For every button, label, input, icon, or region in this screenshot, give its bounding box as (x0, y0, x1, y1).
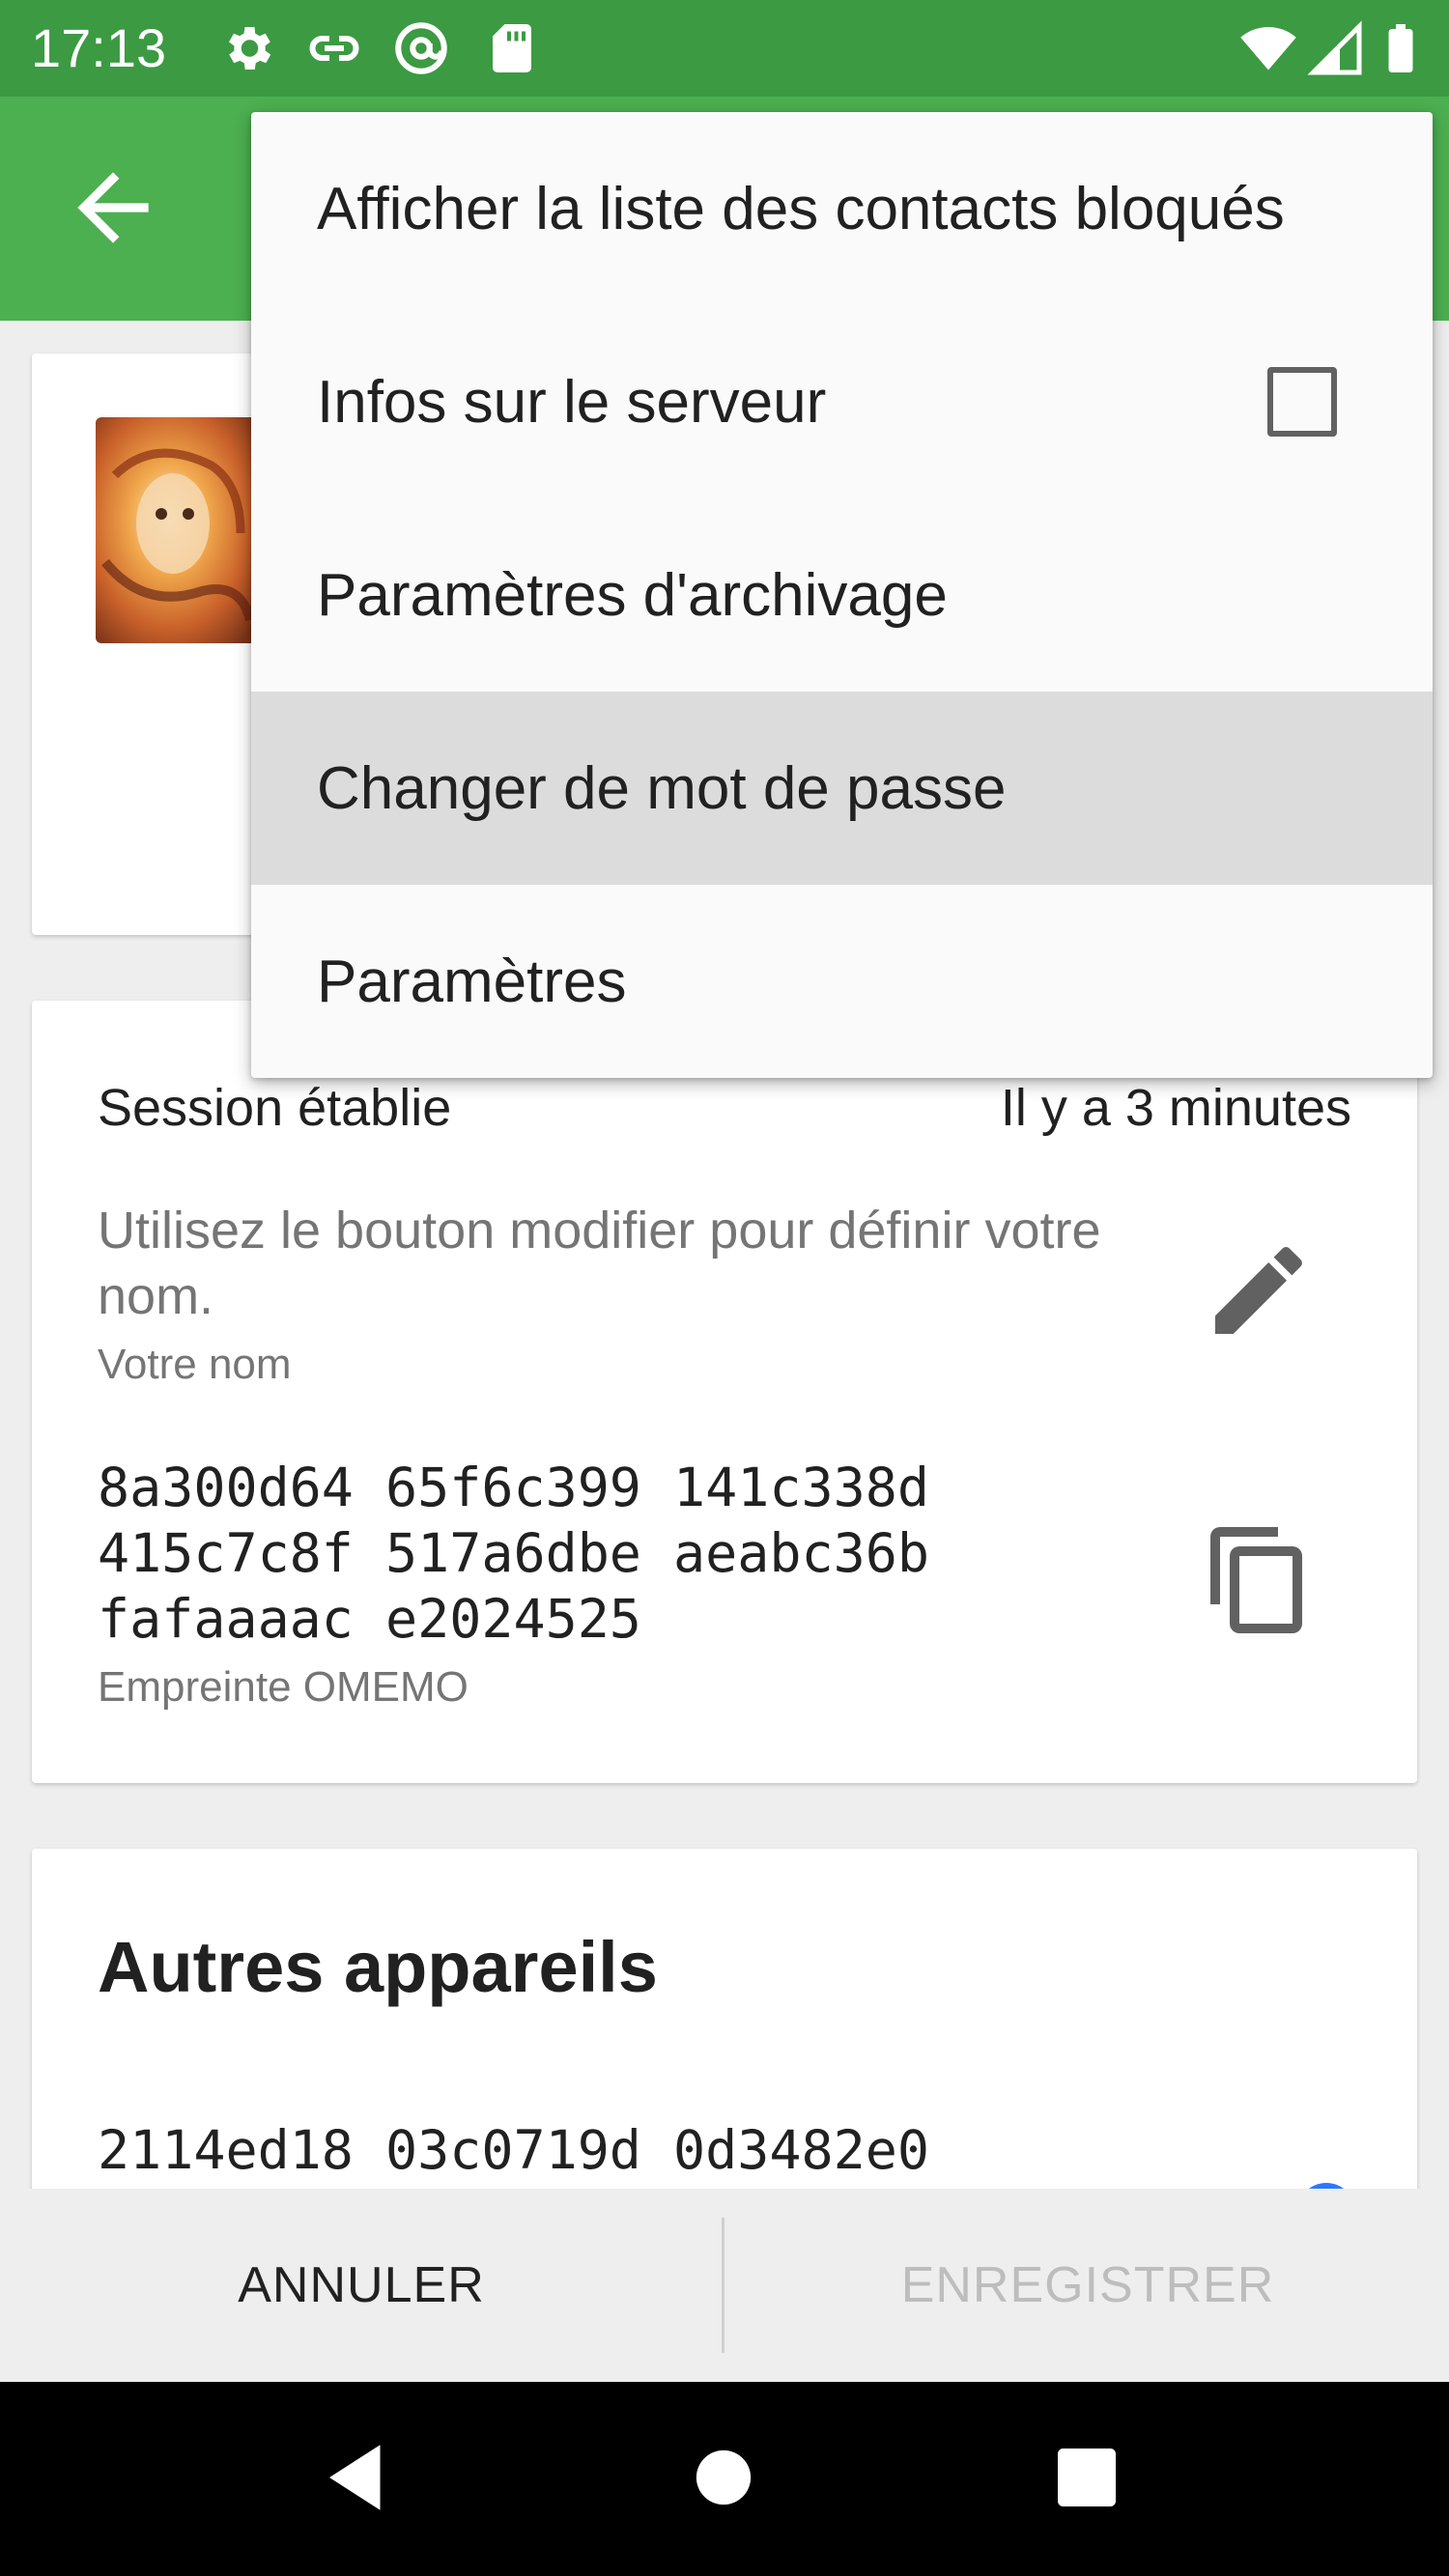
menu-item-change-password[interactable]: Changer de mot de passe (251, 692, 1433, 885)
menu-item-label: Paramètres (317, 948, 627, 1015)
menu-item-server-info[interactable]: Infos sur le serveur (251, 305, 1433, 498)
overflow-menu: Afficher la liste des contacts bloqués I… (251, 112, 1433, 1078)
other-devices-card: Autres appareils 2114ed18 03c0719d 0d348… (32, 1849, 1417, 2196)
recents-square-icon[interactable] (1043, 2434, 1130, 2521)
menu-item-archive-settings[interactable]: Paramètres d'archivage (251, 498, 1433, 692)
arrow-left-icon[interactable] (60, 155, 166, 261)
home-circle-icon[interactable] (680, 2434, 767, 2521)
copy-icon[interactable] (1201, 1522, 1317, 1638)
back-triangle-icon[interactable] (315, 2434, 402, 2521)
menu-item-label: Infos sur le serveur (317, 368, 827, 436)
save-button[interactable]: ENREGISTRER (726, 2189, 1449, 2382)
menu-item-label: Paramètres d'archivage (317, 561, 948, 629)
session-label: Session établie (98, 1079, 452, 1137)
menu-item-blocked-contacts[interactable]: Afficher la liste des contacts bloqués (251, 112, 1433, 305)
menu-item-settings[interactable]: Paramètres (251, 885, 1433, 1078)
menu-item-label: Changer de mot de passe (317, 754, 1007, 822)
name-caption: Votre nom (98, 1341, 292, 1388)
pencil-icon[interactable] (1201, 1232, 1317, 1348)
sd-card-icon (493, 24, 531, 72)
status-bar: 17:13 (0, 0, 1449, 97)
fingerprint-caption: Empreinte OMEMO (98, 1663, 469, 1711)
device-fingerprint: 2114ed18 03c0719d 0d3482e0 57aa8e87 38bc… (98, 2119, 929, 2196)
status-time: 17:13 (31, 17, 167, 78)
navigation-bar (0, 2382, 1449, 2576)
session-card: Session établie Il y a 3 minutes Utilise… (32, 1001, 1417, 1783)
avatar[interactable] (96, 417, 260, 643)
wifi-icon (1240, 26, 1296, 71)
action-divider (722, 2218, 724, 2353)
action-bar: ANNULER ENREGISTRER (0, 2189, 1449, 2382)
at-sign-icon (395, 22, 447, 74)
avatar-image (96, 417, 260, 643)
devices-title: Autres appareils (98, 1927, 658, 2007)
session-time: Il y a 3 minutes (1000, 1079, 1351, 1137)
cancel-button[interactable]: ANNULER (0, 2189, 723, 2382)
gear-icon (229, 27, 271, 70)
battery-icon (1388, 24, 1413, 72)
server-info-checkbox[interactable] (1267, 367, 1337, 437)
name-hint: Utilisez le bouton modifier pour définir… (98, 1202, 1101, 1325)
omemo-fingerprint: 8a300d64 65f6c399 141c338d 415c7c8f 517a… (98, 1457, 929, 1650)
cellular-signal-icon (1307, 20, 1362, 75)
menu-item-label: Afficher la liste des contacts bloqués (317, 175, 1285, 242)
link-icon (309, 36, 359, 61)
